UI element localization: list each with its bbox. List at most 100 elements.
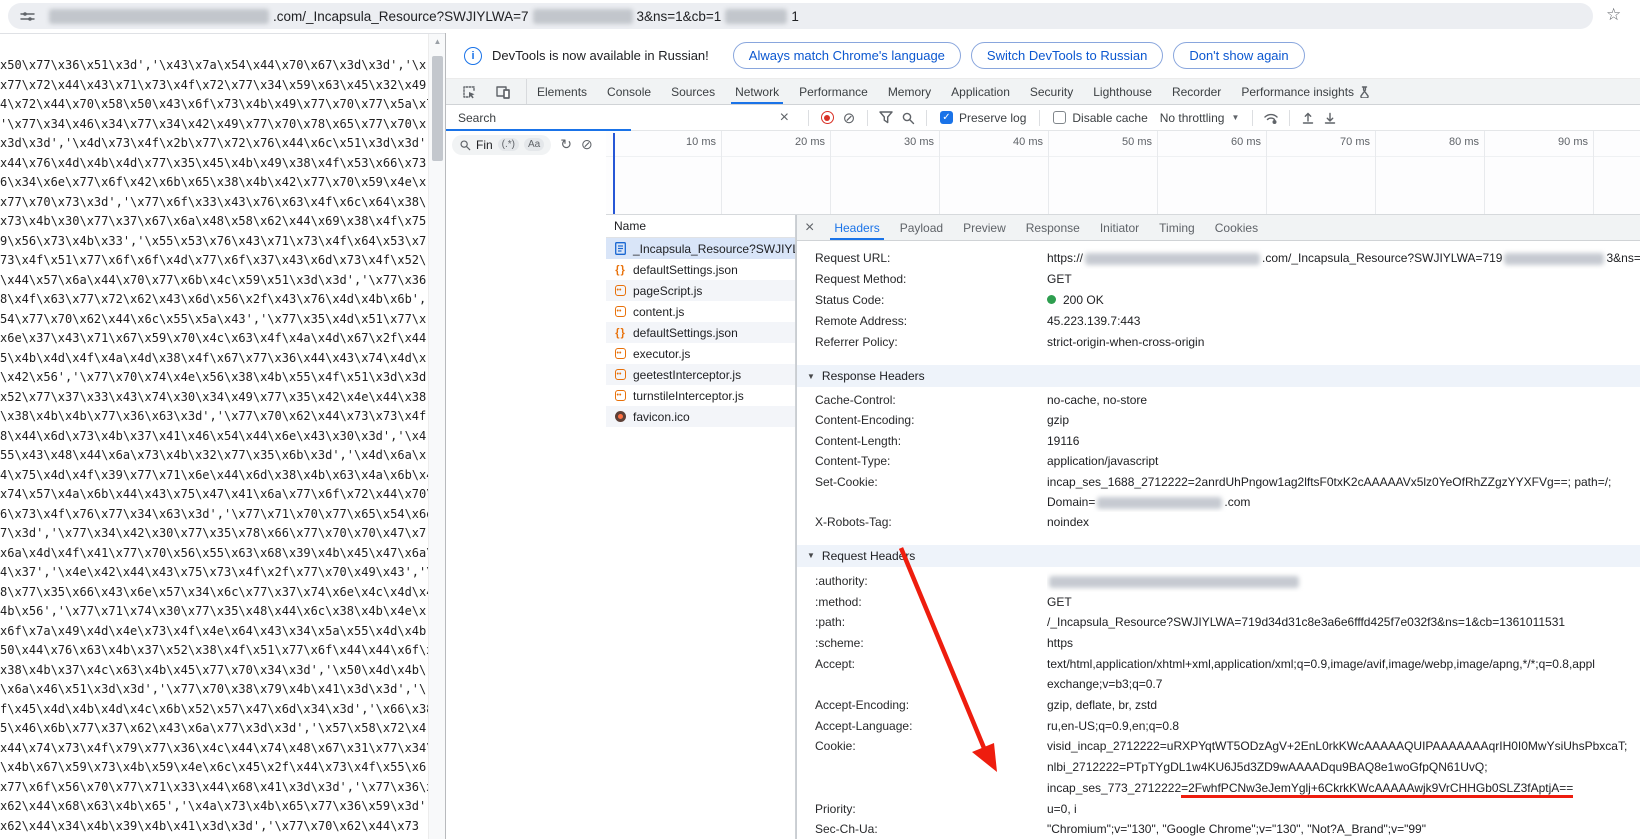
header-value: application/javascript bbox=[1047, 451, 1640, 471]
header-name: Accept: bbox=[797, 654, 1047, 695]
throttling-dropdown[interactable]: No throttling ▼ bbox=[1160, 111, 1240, 125]
header-name: Cookie: bbox=[797, 736, 1047, 798]
header-row: Content-Type:application/javascript bbox=[797, 451, 1640, 471]
inspect-element-icon[interactable] bbox=[458, 82, 480, 102]
header-name: :path: bbox=[797, 612, 1047, 633]
notification-button[interactable]: Don't show again bbox=[1173, 42, 1304, 69]
detail-tab-cookies[interactable]: Cookies bbox=[1205, 215, 1268, 240]
request-row[interactable]: pageScript.js bbox=[606, 280, 795, 301]
value-text: 19116 bbox=[1047, 434, 1079, 448]
clear-search-icon[interactable]: ⊘ bbox=[581, 136, 593, 153]
disable-cache-checkbox[interactable] bbox=[1053, 111, 1066, 124]
response-headers-section-bar[interactable]: ▼ Response Headers bbox=[797, 365, 1640, 387]
detail-tab-payload[interactable]: Payload bbox=[890, 215, 953, 240]
detail-tab-headers[interactable]: Headers bbox=[824, 215, 889, 240]
header-name: X-Robots-Tag: bbox=[797, 512, 1047, 532]
tab-sources[interactable]: Sources bbox=[661, 79, 725, 104]
header-name: Request URL: bbox=[797, 248, 1047, 269]
request-row[interactable]: content.js bbox=[606, 301, 795, 322]
notification-button[interactable]: Always match Chrome's language bbox=[733, 42, 961, 69]
match-case-toggle[interactable]: Aa bbox=[524, 138, 544, 151]
scroll-up-arrow-icon[interactable]: ▲ bbox=[429, 37, 446, 46]
value-text: visid_incap_2712222=uRXPYqtWT5ODzAgV+2En… bbox=[1047, 739, 1627, 753]
request-row[interactable]: geetestInterceptor.js bbox=[606, 364, 795, 385]
code-line: 4b\x56','\x77\x71\x74\x30\x77\x35\x48\x4… bbox=[0, 602, 428, 622]
header-value: 200 OK bbox=[1047, 290, 1640, 311]
export-har-icon[interactable] bbox=[1319, 108, 1341, 128]
code-line: 8\x4f\x63\x77\x72\x62\x43\x6d\x56\x2f\x4… bbox=[0, 290, 428, 310]
preserve-log-checkbox[interactable]: ✓ bbox=[940, 111, 953, 124]
tab-lighthouse[interactable]: Lighthouse bbox=[1083, 79, 1162, 104]
detail-tab-response[interactable]: Response bbox=[1016, 215, 1090, 240]
notification-button[interactable]: Switch DevTools to Russian bbox=[971, 42, 1163, 69]
close-search-icon[interactable]: × bbox=[780, 110, 789, 126]
timeline-gridline bbox=[1593, 131, 1594, 214]
main-tab-label: Sources bbox=[671, 85, 715, 99]
record-network-log-icon[interactable] bbox=[816, 108, 838, 128]
tab-performance-insights[interactable]: Performance insights bbox=[1231, 79, 1380, 104]
value-text: GET bbox=[1047, 595, 1072, 609]
detail-tab-initiator[interactable]: Initiator bbox=[1090, 215, 1149, 240]
timeline-gridline bbox=[1375, 131, 1376, 214]
tab-elements[interactable]: Elements bbox=[527, 79, 597, 104]
request-row[interactable]: favicon.ico bbox=[606, 406, 795, 427]
request-row[interactable]: {}defaultSettings.json bbox=[606, 259, 795, 280]
header-value bbox=[1047, 571, 1640, 592]
request-row[interactable]: executor.js bbox=[606, 343, 795, 364]
domcontentloaded-event-line bbox=[613, 133, 615, 214]
search-icon bbox=[459, 139, 471, 151]
code-line: x77\x70\x73\x3d','\x77\x6f\x33\x43\x76\x… bbox=[0, 193, 428, 213]
redacted-url-segment bbox=[533, 9, 633, 24]
clear-network-log-icon[interactable]: ⊘ bbox=[838, 108, 860, 128]
header-row: Request URL:https://.com/_Incapsula_Reso… bbox=[797, 248, 1640, 269]
url-omnibox[interactable]: .com/_Incapsula_Resource?SWJIYLWA=7 3&ns… bbox=[8, 3, 1593, 29]
preserve-log-toggle[interactable]: ✓ Preserve log bbox=[940, 111, 1026, 125]
tab-recorder[interactable]: Recorder bbox=[1162, 79, 1231, 104]
requests-name-column-header[interactable]: Name bbox=[606, 215, 795, 238]
header-value-line: /_Incapsula_Resource?SWJIYLWA=719d34d31c… bbox=[1047, 612, 1640, 633]
code-line: x50\x77\x36\x51\x3d','\x43\x7a\x54\x44\x… bbox=[0, 56, 428, 76]
search-query-input[interactable]: Fin (.*) Aa bbox=[452, 135, 551, 155]
request-row[interactable]: turnstileInterceptor.js bbox=[606, 385, 795, 406]
header-value: strict-origin-when-cross-origin bbox=[1047, 332, 1640, 353]
tab-network[interactable]: Network bbox=[725, 79, 789, 104]
triangle-expanded-icon: ▼ bbox=[807, 551, 815, 560]
import-har-icon[interactable] bbox=[1297, 108, 1319, 128]
tab-application[interactable]: Application bbox=[941, 79, 1020, 104]
search-icon[interactable] bbox=[897, 108, 919, 128]
request-row[interactable]: {}defaultSettings.json bbox=[606, 322, 795, 343]
request-headers-title: Request Headers bbox=[822, 549, 915, 563]
tab-memory[interactable]: Memory bbox=[878, 79, 941, 104]
bookmark-star-icon[interactable]: ☆ bbox=[1606, 5, 1621, 25]
filter-icon[interactable] bbox=[875, 108, 897, 128]
request-headers-section-bar[interactable]: ▼ Request Headers bbox=[797, 545, 1640, 567]
detail-tab-preview[interactable]: Preview bbox=[953, 215, 1016, 240]
refresh-search-icon[interactable]: ↻ bbox=[560, 136, 572, 153]
header-value: "Chromium";v="130", "Google Chrome";v="1… bbox=[1047, 819, 1640, 839]
network-conditions-icon[interactable] bbox=[1260, 108, 1282, 128]
site-settings-icon[interactable] bbox=[20, 9, 35, 24]
value-text: .com/_Incapsula_Resource?SWJIYLWA=719 bbox=[1262, 251, 1502, 265]
header-value-line: gzip, deflate, br, zstd bbox=[1047, 695, 1640, 716]
request-name: pageScript.js bbox=[633, 284, 702, 298]
detail-tab-timing[interactable]: Timing bbox=[1149, 215, 1205, 240]
page-scrollbar[interactable]: ▲ bbox=[428, 34, 446, 839]
document-icon bbox=[614, 242, 627, 255]
favicon-icon bbox=[614, 410, 627, 423]
network-overview-timeline[interactable]: 10 ms20 ms30 ms40 ms50 ms60 ms70 ms80 ms… bbox=[606, 131, 1640, 215]
header-value-line: nlbi_2712222=PTpTYgDL1w4KU6J5d3ZD9wAAAAD… bbox=[1047, 757, 1640, 778]
header-name: Accept-Language: bbox=[797, 716, 1047, 737]
value-text: exchange;v=b3;q=0.7 bbox=[1047, 677, 1162, 691]
disable-cache-toggle[interactable]: Disable cache bbox=[1053, 111, 1147, 125]
tab-security[interactable]: Security bbox=[1020, 79, 1083, 104]
regex-toggle[interactable]: (.*) bbox=[498, 138, 519, 151]
value-text: incap_ses_773_2712222 bbox=[1047, 781, 1181, 795]
device-toolbar-icon[interactable] bbox=[492, 82, 514, 102]
value-text: GET bbox=[1047, 272, 1072, 286]
scrollbar-thumb[interactable] bbox=[432, 56, 443, 161]
request-row[interactable]: _Incapsula_Resource?SWJIYLWA=... bbox=[606, 238, 795, 259]
tab-console[interactable]: Console bbox=[597, 79, 661, 104]
tab-performance[interactable]: Performance bbox=[789, 79, 878, 104]
header-name: Cache-Control: bbox=[797, 390, 1047, 410]
close-details-icon[interactable]: × bbox=[805, 220, 814, 236]
